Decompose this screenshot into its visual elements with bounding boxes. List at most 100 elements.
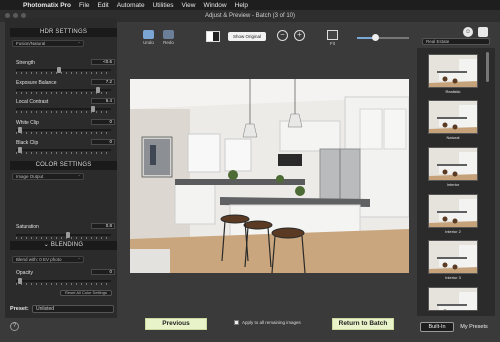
opacity-value-field[interactable]: 0 bbox=[91, 269, 115, 275]
undo-label: Undo bbox=[143, 40, 154, 45]
preset-thumbnail-image bbox=[429, 101, 477, 133]
apply-all-checkbox[interactable] bbox=[234, 320, 239, 325]
slider-value-field[interactable]: 0 bbox=[91, 119, 115, 125]
menu-view[interactable]: View bbox=[182, 2, 196, 9]
color-settings-header: COLOR SETTINGS bbox=[10, 161, 117, 170]
preset-value: Unlisted bbox=[36, 306, 55, 312]
preset-thumbnail[interactable] bbox=[428, 240, 478, 274]
slider-value-field[interactable]: 0 bbox=[91, 139, 115, 145]
saturation-slider-thumb[interactable] bbox=[66, 232, 71, 238]
preset-thumbnail-image bbox=[429, 288, 477, 310]
chevron-updown-icon: ⌃ bbox=[77, 41, 81, 46]
preset-thumbnail-image bbox=[429, 148, 477, 180]
slider-value-field[interactable]: 7.2 bbox=[91, 79, 115, 85]
preset-thumbnail-label: Realistic bbox=[445, 89, 461, 94]
menu-utilities[interactable]: Utilities bbox=[153, 2, 174, 9]
menu-edit[interactable]: Edit bbox=[98, 2, 109, 9]
preview-image[interactable] bbox=[130, 79, 409, 273]
opacity-slider-track[interactable] bbox=[16, 280, 111, 282]
redo-label: Redo bbox=[163, 40, 174, 45]
blending-header[interactable]: ⌄ BLENDING bbox=[10, 241, 117, 250]
window-title: Adjust & Preview - Batch (3 of 10) bbox=[204, 13, 296, 19]
slider-track[interactable] bbox=[16, 129, 111, 131]
tab-built-in[interactable]: Built-In bbox=[420, 322, 454, 332]
saturation-value-field[interactable]: 0.8 bbox=[91, 223, 115, 229]
apply-all-label: Apply to all remaining images bbox=[242, 320, 301, 325]
slider-label: Black Clip bbox=[16, 140, 39, 146]
fit-button[interactable]: Fit bbox=[327, 30, 338, 46]
preset-thumbnail[interactable] bbox=[428, 287, 478, 311]
preset-label: Preset: bbox=[10, 306, 29, 312]
tab-my-presets[interactable]: My Presets bbox=[456, 322, 492, 332]
fit-icon bbox=[327, 30, 338, 40]
menu-automate[interactable]: Automate bbox=[117, 2, 145, 9]
help-icon[interactable]: ? bbox=[10, 322, 19, 331]
grid-view-icon[interactable] bbox=[478, 27, 488, 37]
chevron-down-icon: ⌄ bbox=[43, 242, 51, 248]
color-mode-value: Image Output bbox=[16, 174, 44, 179]
slider-label: Exposure Balance bbox=[16, 80, 57, 86]
slider-thumb[interactable] bbox=[17, 127, 22, 133]
hdr-settings-header: HDR SETTINGS bbox=[10, 28, 117, 37]
slider-thumb[interactable] bbox=[56, 67, 61, 73]
opacity-slider-ticks bbox=[16, 283, 111, 285]
color-mode-select[interactable]: Image Output ⌃ bbox=[12, 173, 84, 180]
redo-button[interactable]: Redo bbox=[163, 30, 174, 45]
slider-ticks bbox=[16, 111, 111, 113]
saturation-slider-ticks bbox=[16, 237, 111, 239]
slider-track[interactable] bbox=[16, 149, 111, 151]
preset-thumbnail[interactable] bbox=[428, 100, 478, 134]
slider-thumb[interactable] bbox=[90, 106, 95, 112]
thumbnails-scrollbar[interactable] bbox=[486, 52, 489, 82]
previous-button[interactable]: Previous bbox=[145, 318, 207, 330]
apply-all-checkbox-row[interactable]: Apply to all remaining images bbox=[234, 320, 301, 325]
opacity-slider-thumb[interactable] bbox=[17, 278, 22, 284]
undo-button[interactable]: Undo bbox=[143, 30, 154, 45]
chevron-updown-icon: ⌃ bbox=[77, 257, 81, 262]
preset-thumbnail-label: Interior bbox=[446, 182, 460, 187]
slider-ticks bbox=[16, 152, 111, 154]
slider-label: Strength bbox=[16, 60, 35, 66]
menu-help[interactable]: Help bbox=[235, 2, 248, 9]
blend-mode-select[interactable]: Blend with: 0 EV photo ⌃ bbox=[12, 256, 84, 263]
preset-thumbnail[interactable] bbox=[428, 54, 478, 88]
preset-category-select[interactable]: Real Estate bbox=[422, 38, 490, 45]
slider-thumb[interactable] bbox=[96, 87, 101, 93]
split-view-icon[interactable] bbox=[206, 31, 220, 42]
preset-thumbnail-label: Interior 3 bbox=[445, 275, 461, 280]
slider-thumb[interactable] bbox=[17, 147, 22, 153]
show-original-button[interactable]: Show Original bbox=[228, 32, 266, 41]
zoom-in-icon[interactable]: + bbox=[294, 30, 305, 41]
saturation-label: Saturation bbox=[16, 224, 39, 230]
preset-thumbnail-label: Interior 2 bbox=[445, 229, 461, 234]
preset-thumbnail[interactable] bbox=[428, 194, 478, 228]
preset-thumbnail[interactable] bbox=[428, 147, 478, 181]
blending-header-label: BLENDING bbox=[50, 242, 84, 248]
reset-color-settings-button[interactable]: Reset All Color Settings bbox=[60, 290, 112, 296]
saturation-slider-track[interactable] bbox=[16, 234, 111, 236]
preset-thumbnail-image bbox=[429, 195, 477, 227]
slider-value-field[interactable]: <0.6 bbox=[91, 59, 115, 65]
preset-thumbnail-label: Natural bbox=[446, 135, 460, 140]
kitchen-photo bbox=[130, 79, 409, 273]
hdr-method-select[interactable]: Fusion/Natural ⌃ bbox=[12, 40, 84, 47]
slider-track[interactable] bbox=[16, 69, 111, 71]
menu-file[interactable]: File bbox=[79, 2, 89, 9]
hdr-method-value: Fusion/Natural bbox=[16, 41, 46, 46]
zoom-out-icon[interactable]: − bbox=[277, 30, 288, 41]
return-to-batch-button[interactable]: Return to Batch bbox=[332, 318, 394, 330]
slider-value-field[interactable]: 6.4 bbox=[91, 98, 115, 104]
preset-thumbnail-image bbox=[429, 241, 477, 273]
preset-thumbnail-image bbox=[429, 55, 477, 87]
undo-icon bbox=[143, 30, 154, 39]
opacity-label: Opacity bbox=[16, 270, 33, 276]
slider-label: White Clip bbox=[16, 120, 39, 126]
app-menu[interactable]: Photomatix Pro bbox=[23, 2, 71, 9]
slider-track[interactable] bbox=[16, 108, 111, 110]
slider-label: Local Contrast bbox=[16, 99, 49, 105]
info-icon[interactable]: ☺ bbox=[463, 27, 473, 37]
menu-bar: Photomatix Pro File Edit Automate Utilit… bbox=[0, 0, 500, 10]
menu-window[interactable]: Window bbox=[204, 2, 227, 9]
slider-ticks bbox=[16, 72, 111, 74]
preset-select[interactable]: Unlisted bbox=[32, 305, 114, 313]
